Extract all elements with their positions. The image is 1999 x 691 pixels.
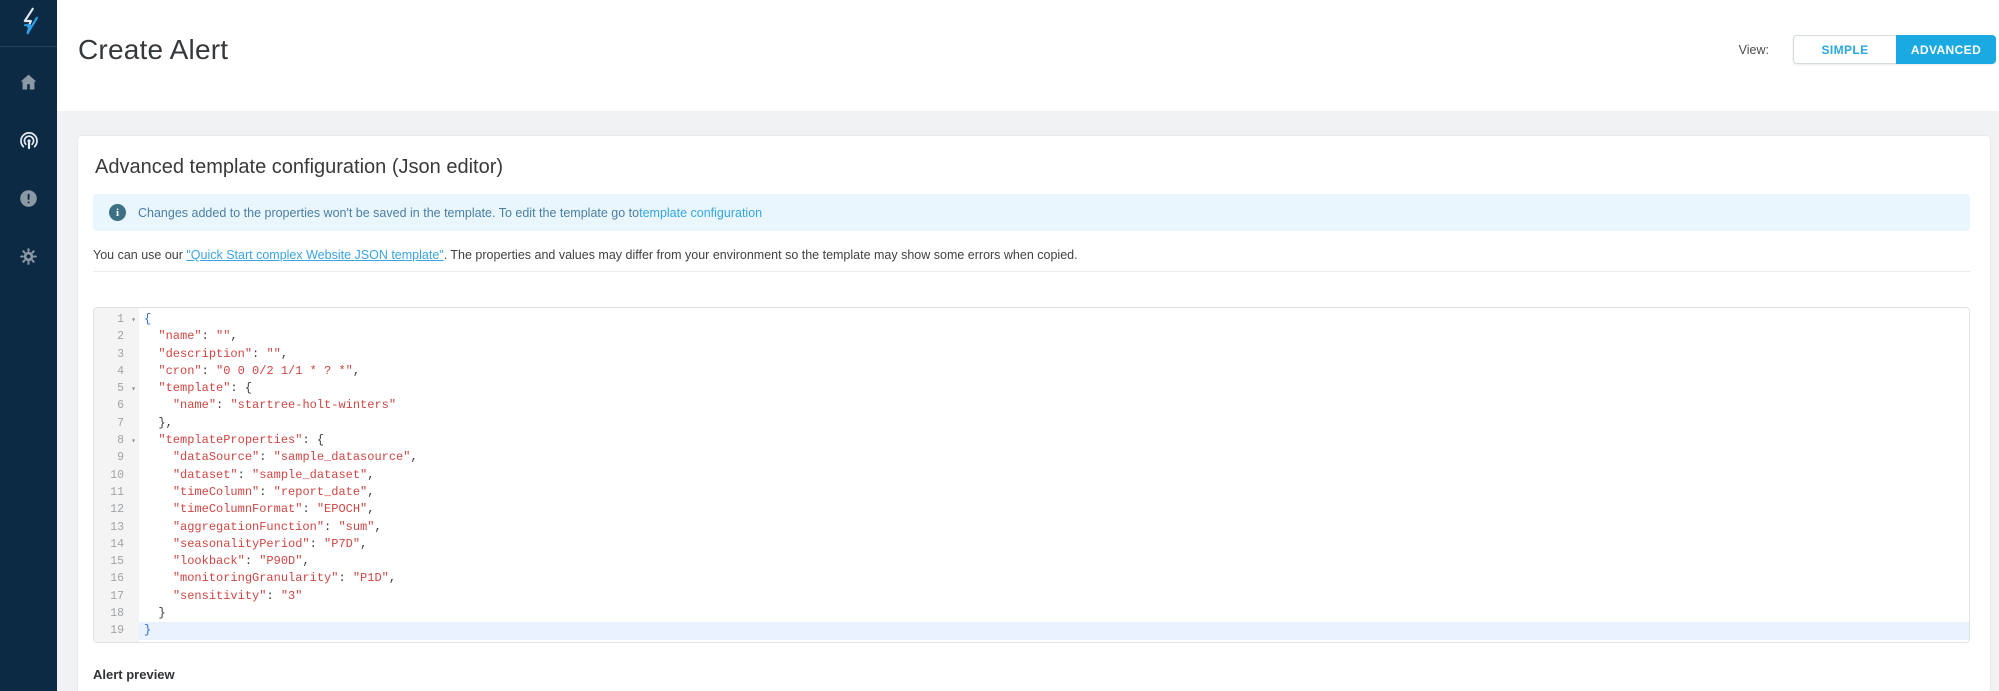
editor-line-number[interactable]: 17 [94, 588, 139, 605]
editor-code-text[interactable]: "dataset": "sample_dataset", [139, 467, 1969, 484]
editor-code-text[interactable]: "sensitivity": "3" [139, 588, 1969, 605]
editor-line[interactable]: 6 "name": "startree-holt-winters" [94, 397, 1969, 414]
editor-code-text[interactable]: "name": "", [139, 328, 1969, 345]
editor-line-number[interactable]: 13 [94, 519, 139, 536]
broadcast-icon [17, 129, 41, 156]
editor-line-number[interactable]: 19 [94, 622, 139, 639]
alert-circle-icon [18, 188, 39, 212]
info-banner: i Changes added to the properties won't … [93, 194, 1970, 231]
quick-start-template-link[interactable]: "Quick Start complex Website JSON templa… [186, 248, 443, 262]
editor-code-text[interactable]: "lookback": "P90D", [139, 553, 1969, 570]
advanced-config-card: Advanced template configuration (Json ed… [77, 135, 1991, 691]
json-editor[interactable]: 1 ▾{2 "name": "", 3 "description": "", 4 "c… [93, 307, 1970, 643]
alert-preview-title: Alert preview [93, 666, 175, 682]
editor-line-number[interactable]: 11 [94, 484, 139, 501]
fold-toggle-icon[interactable]: ▾ [131, 433, 136, 450]
gear-icon [18, 246, 39, 270]
editor-line[interactable]: 16 "monitoringGranularity": "P1D", [94, 570, 1969, 587]
editor-line[interactable]: 2 "name": "", [94, 328, 1969, 345]
editor-line[interactable]: 3 "description": "", [94, 346, 1969, 363]
page-title: Create Alert [78, 33, 229, 65]
editor-code-text[interactable]: "description": "", [139, 346, 1969, 363]
editor-code-text[interactable]: "template": { [139, 380, 1969, 397]
editor-code-text[interactable]: "templateProperties": { [139, 432, 1969, 449]
editor-line-number[interactable]: 1 ▾ [94, 311, 139, 328]
editor-line-number[interactable]: 10 [94, 467, 139, 484]
editor-line-number[interactable]: 16 [94, 570, 139, 587]
editor-line-number[interactable]: 12 [94, 501, 139, 518]
editor-line-number[interactable]: 6 [94, 397, 139, 414]
info-icon: i [109, 204, 126, 221]
card-heading: Advanced template configuration (Json ed… [95, 156, 504, 178]
editor-line[interactable]: 9 "dataSource": "sample_datasource", [94, 449, 1969, 466]
editor-line[interactable]: 4 "cron": "0 0 0/2 1/1 * ? *", [94, 363, 1969, 380]
editor-line-number[interactable]: 18 [94, 605, 139, 622]
editor-code-text[interactable]: } [139, 605, 1969, 622]
page-header: Create Alert View: SIMPLE ADVANCED [57, 0, 1999, 111]
editor-line[interactable]: 12 "timeColumnFormat": "EPOCH", [94, 501, 1969, 518]
editor-line-number[interactable]: 14 [94, 536, 139, 553]
editor-line[interactable]: 14 "seasonalityPeriod": "P7D", [94, 536, 1969, 553]
app-root: Create Alert View: SIMPLE ADVANCED Advan… [0, 0, 1999, 691]
view-toggle-group: View: SIMPLE ADVANCED [1739, 35, 1996, 64]
editor-line[interactable]: 10 "dataset": "sample_dataset", [94, 467, 1969, 484]
editor-code-text[interactable]: "timeColumnFormat": "EPOCH", [139, 501, 1969, 518]
editor-code-text[interactable]: "aggregationFunction": "sum", [139, 519, 1969, 536]
info-banner-text: Changes added to the properties won't be… [138, 205, 763, 220]
editor-code-text[interactable]: }, [139, 415, 1969, 432]
editor-line[interactable]: 7 }, [94, 415, 1969, 432]
view-advanced-button[interactable]: ADVANCED [1896, 35, 1996, 64]
editor-line[interactable]: 13 "aggregationFunction": "sum", [94, 519, 1969, 536]
home-icon [18, 72, 39, 96]
sidebar-item-home[interactable] [0, 55, 57, 113]
intro-paragraph: You can use our "Quick Start complex Web… [93, 248, 1078, 262]
editor-line-number[interactable]: 3 [94, 346, 139, 363]
view-simple-button[interactable]: SIMPLE [1793, 35, 1896, 64]
editor-line-number[interactable]: 2 [94, 328, 139, 345]
view-segmented-control: SIMPLE ADVANCED [1793, 35, 1996, 64]
editor-code-text[interactable]: "timeColumn": "report_date", [139, 484, 1969, 501]
editor-line[interactable]: 1 ▾{ [94, 311, 1969, 328]
editor-line-number[interactable]: 4 [94, 363, 139, 380]
lightning-bolt-icon [14, 6, 44, 41]
view-label: View: [1738, 42, 1769, 57]
sidebar-nav [0, 47, 57, 287]
app-logo[interactable] [0, 0, 57, 47]
editor-code-text[interactable]: } [139, 622, 1969, 640]
editor-line[interactable]: 5 ▾ "template": { [94, 380, 1969, 397]
main-column: Create Alert View: SIMPLE ADVANCED Advan… [57, 0, 1999, 691]
editor-code-text[interactable]: "name": "startree-holt-winters" [139, 397, 1969, 414]
fold-toggle-icon[interactable]: ▾ [131, 381, 136, 398]
sidebar-item-configuration[interactable] [0, 229, 57, 287]
editor-line[interactable]: 19} [94, 622, 1969, 640]
editor-line-number[interactable]: 8 ▾ [94, 432, 139, 449]
page-body: Advanced template configuration (Json ed… [57, 111, 1999, 691]
editor-code-text[interactable]: "seasonalityPeriod": "P7D", [139, 536, 1969, 553]
sidebar [0, 0, 57, 691]
sidebar-item-alerts[interactable] [0, 113, 57, 171]
fold-toggle-icon[interactable]: ▾ [131, 312, 136, 329]
editor-code-text[interactable]: "monitoringGranularity": "P1D", [139, 570, 1969, 587]
editor-code-text[interactable]: { [139, 311, 1969, 328]
sidebar-item-anomalies[interactable] [0, 171, 57, 229]
editor-line[interactable]: 18 } [94, 605, 1969, 622]
template-configuration-link[interactable]: template configuration [639, 206, 762, 220]
editor-code-text[interactable]: "cron": "0 0 0/2 1/1 * ? *", [139, 363, 1969, 380]
editor-line[interactable]: 11 "timeColumn": "report_date", [94, 484, 1969, 501]
editor-line-number[interactable]: 15 [94, 553, 139, 570]
editor-line[interactable]: 8 ▾ "templateProperties": { [94, 432, 1969, 449]
editor-line-number[interactable]: 5 ▾ [94, 380, 139, 397]
section-divider [93, 271, 1970, 272]
editor-code-text[interactable]: "dataSource": "sample_datasource", [139, 449, 1969, 466]
editor-line-number[interactable]: 9 [94, 449, 139, 466]
editor-line[interactable]: 17 "sensitivity": "3" [94, 588, 1969, 605]
editor-line-number[interactable]: 7 [94, 415, 139, 432]
editor-line[interactable]: 15 "lookback": "P90D", [94, 553, 1969, 570]
